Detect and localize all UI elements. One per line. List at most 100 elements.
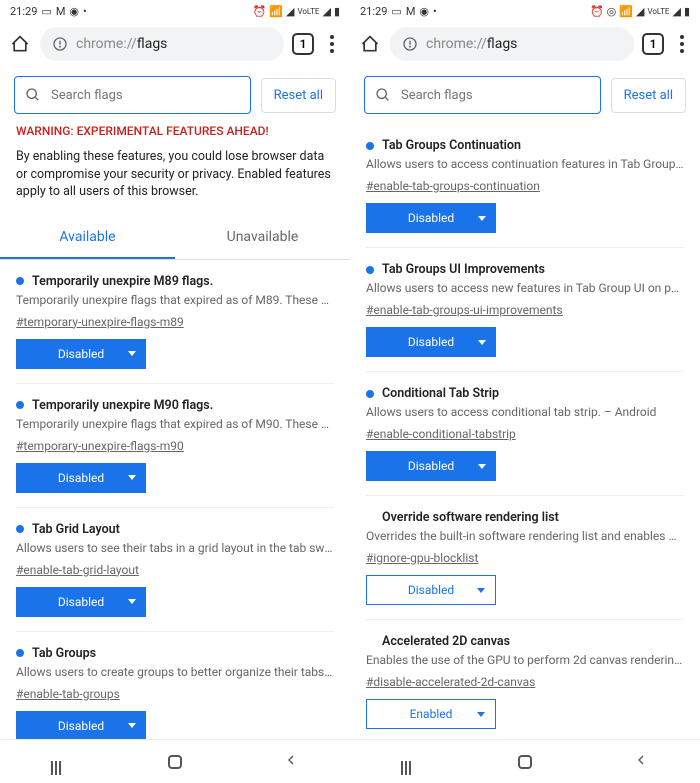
flag-desc: Allows users to create groups to better … bbox=[16, 665, 334, 679]
status-app-icon: ▭ bbox=[391, 5, 401, 18]
battery-icon: ▮ bbox=[334, 5, 340, 18]
flag-item: Tab Grid Layout Allows users to see thei… bbox=[16, 508, 334, 632]
search-input-wrap[interactable] bbox=[14, 76, 251, 114]
status-time: 21:29 bbox=[360, 5, 387, 18]
menu-icon[interactable] bbox=[322, 35, 342, 53]
tab-available[interactable]: Available bbox=[0, 217, 175, 259]
flag-select[interactable]: Enabled bbox=[366, 699, 496, 729]
flag-link[interactable]: #enable-conditional-tabstrip bbox=[366, 427, 516, 441]
flag-item: Tab Groups Allows users to create groups… bbox=[16, 632, 334, 740]
flag-desc: Overrides the built-in software renderin… bbox=[366, 529, 684, 543]
screen-left: 21:29 ▭ M ◉ • ⏰ 📶 ◢ VoLTE ◢ ▮ chrome://f… bbox=[0, 0, 350, 783]
flag-dot-icon bbox=[366, 266, 374, 274]
flag-link[interactable]: #enable-tab-grid-layout bbox=[16, 563, 139, 577]
status-bar: 21:29 ▭ M ◉ • ⏰ ◎ 📶 ◢ VoLTE ◢ ▮ bbox=[350, 0, 700, 22]
flag-link[interactable]: #temporary-unexpire-flags-m89 bbox=[16, 315, 184, 329]
warning-desc: By enabling these features, you could lo… bbox=[0, 148, 350, 201]
flag-select[interactable]: Disabled bbox=[366, 327, 496, 357]
url-field[interactable]: chrome://flags bbox=[390, 27, 634, 61]
status-app-icon: ▭ bbox=[41, 5, 51, 18]
flag-link[interactable]: #disable-accelerated-2d-canvas bbox=[366, 675, 535, 689]
status-time: 21:29 bbox=[10, 5, 37, 18]
flag-dot-icon bbox=[366, 142, 374, 150]
home-icon[interactable] bbox=[8, 32, 32, 56]
search-input[interactable] bbox=[401, 88, 590, 103]
status-messenger-icon: ◉ bbox=[69, 5, 79, 18]
url-bar: chrome://flags 1 bbox=[0, 22, 350, 66]
flag-dot-icon bbox=[16, 525, 24, 533]
url-field[interactable]: chrome://flags bbox=[40, 27, 284, 61]
flag-dot-icon bbox=[16, 401, 24, 409]
nav-bar bbox=[0, 739, 350, 783]
reset-all-button[interactable]: Reset all bbox=[261, 78, 336, 113]
flag-select[interactable]: Disabled bbox=[366, 203, 496, 233]
flags-list-left[interactable]: Temporarily unexpire M89 flags. Temporar… bbox=[0, 260, 350, 740]
flag-dot-icon bbox=[366, 390, 374, 398]
flag-desc: Allows users to access new features in T… bbox=[366, 281, 684, 295]
nav-home[interactable] bbox=[168, 755, 182, 769]
nav-recents[interactable] bbox=[401, 761, 417, 763]
nav-back[interactable] bbox=[633, 752, 649, 772]
flag-select[interactable]: Disabled bbox=[16, 711, 146, 740]
reset-all-button[interactable]: Reset all bbox=[611, 78, 686, 113]
flag-select[interactable]: Disabled bbox=[366, 451, 496, 481]
search-input-wrap[interactable] bbox=[364, 76, 601, 114]
flag-select[interactable]: Disabled bbox=[16, 463, 146, 493]
url-prefix: chrome:// bbox=[426, 36, 487, 52]
tab-unavailable[interactable]: Unavailable bbox=[175, 217, 350, 259]
status-bar: 21:29 ▭ M ◉ • ⏰ 📶 ◢ VoLTE ◢ ▮ bbox=[0, 0, 350, 22]
search-bar: Reset all bbox=[350, 66, 700, 124]
flag-select[interactable]: Disabled bbox=[16, 587, 146, 617]
tabs-count[interactable]: 1 bbox=[292, 33, 314, 55]
flag-title: Temporarily unexpire M89 flags. bbox=[16, 274, 334, 289]
signal-icon: ◢ bbox=[286, 5, 294, 18]
flag-link[interactable]: #ignore-gpu-blocklist bbox=[366, 551, 478, 565]
flag-title: Override software rendering list bbox=[366, 510, 684, 525]
flag-desc: Allows users to see their tabs in a grid… bbox=[16, 541, 334, 555]
status-more-icon: • bbox=[433, 5, 437, 18]
flag-select[interactable]: Disabled bbox=[16, 339, 146, 369]
url-bar: chrome://flags 1 bbox=[350, 22, 700, 66]
url-path: flags bbox=[137, 36, 168, 52]
flag-tabs: Available Unavailable bbox=[0, 217, 350, 260]
flag-link[interactable]: #temporary-unexpire-flags-m90 bbox=[16, 439, 184, 453]
tabs-count[interactable]: 1 bbox=[642, 33, 664, 55]
nav-home[interactable] bbox=[518, 755, 532, 769]
flag-title: Tab Groups UI Improvements bbox=[366, 262, 684, 277]
flag-item: Tab Groups UI Improvements Allows users … bbox=[366, 248, 684, 372]
flag-title: Accelerated 2D canvas bbox=[366, 634, 684, 649]
home-icon[interactable] bbox=[358, 32, 382, 56]
nav-recents[interactable] bbox=[51, 761, 67, 763]
location-icon: ◎ bbox=[607, 5, 617, 18]
flag-desc: Allows users to access conditional tab s… bbox=[366, 405, 684, 419]
flag-item: Accelerated 2D canvas Enables the use of… bbox=[366, 620, 684, 739]
flag-select[interactable]: Disabled bbox=[366, 575, 496, 605]
nav-back[interactable] bbox=[283, 752, 299, 772]
url-prefix: chrome:// bbox=[76, 36, 137, 52]
flag-item: Temporarily unexpire M90 flags. Temporar… bbox=[16, 384, 334, 508]
flag-desc: Temporarily unexpire flags that expired … bbox=[16, 293, 334, 307]
flag-item: Override software rendering list Overrid… bbox=[366, 496, 684, 620]
wifi-icon: 📶 bbox=[269, 5, 283, 18]
status-gmail-icon: M bbox=[406, 5, 416, 18]
search-bar: Reset all bbox=[0, 66, 350, 124]
signal2-icon: ◢ bbox=[672, 5, 680, 18]
flag-item: Tab Groups Continuation Allows users to … bbox=[366, 124, 684, 248]
alarm-icon: ⏰ bbox=[253, 5, 267, 18]
flag-link[interactable]: #enable-tab-groups-ui-improvements bbox=[366, 303, 563, 317]
flag-link[interactable]: #enable-tab-groups-continuation bbox=[366, 179, 540, 193]
flag-desc: Allows users to access continuation feat… bbox=[366, 157, 684, 171]
flag-title: Temporarily unexpire M90 flags. bbox=[16, 398, 334, 413]
flag-desc: Enables the use of the GPU to perform 2d… bbox=[366, 653, 684, 667]
search-icon bbox=[375, 87, 391, 103]
search-input[interactable] bbox=[51, 88, 240, 103]
flags-list-right[interactable]: Tab Groups Continuation Allows users to … bbox=[350, 124, 700, 739]
menu-icon[interactable] bbox=[672, 35, 692, 53]
status-messenger-icon: ◉ bbox=[419, 5, 429, 18]
flag-title: Tab Grid Layout bbox=[16, 522, 334, 537]
flag-link[interactable]: #enable-tab-groups bbox=[16, 687, 120, 701]
wifi-icon: 📶 bbox=[619, 5, 633, 18]
signal2-icon: ◢ bbox=[322, 5, 330, 18]
flag-dot-icon bbox=[16, 649, 24, 657]
screen-right: 21:29 ▭ M ◉ • ⏰ ◎ 📶 ◢ VoLTE ◢ ▮ chrome:/… bbox=[350, 0, 700, 783]
